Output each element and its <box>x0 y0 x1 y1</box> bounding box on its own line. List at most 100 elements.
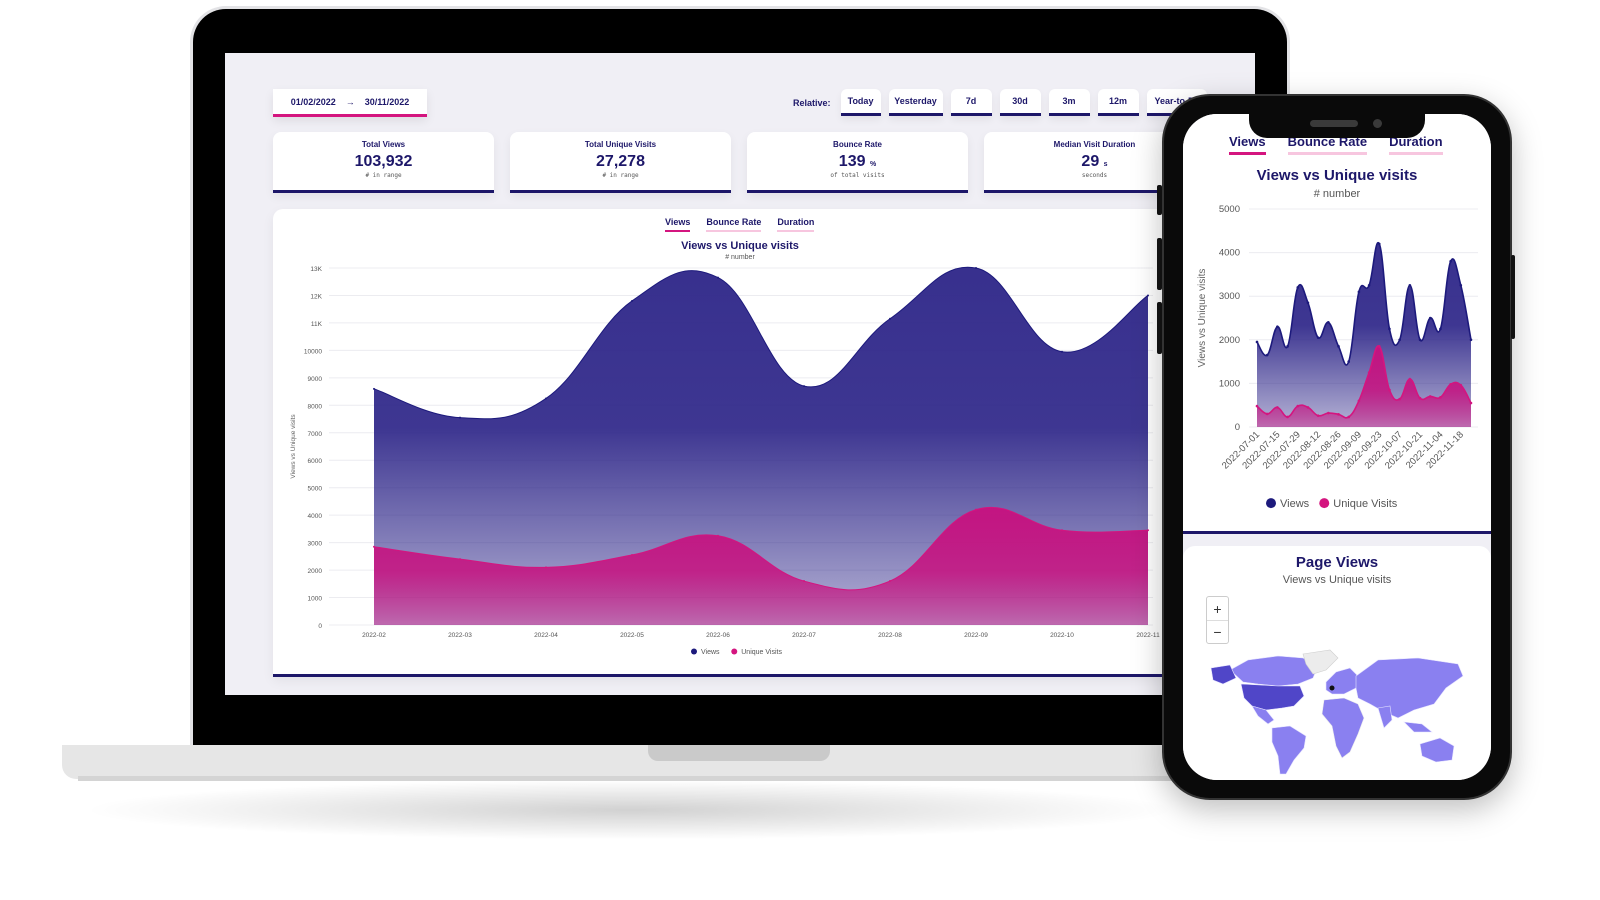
data-point <box>373 387 375 390</box>
y-tick-label: 12K <box>310 293 322 300</box>
data-point <box>1469 338 1473 342</box>
laptop-area-chart: 0 1000 2000 3000 4000 5000 6000 7000 8000 9000 100… <box>290 266 1160 656</box>
relative-7d-button[interactable]: 7d <box>950 89 992 116</box>
y-axis-label: Views vs Unique visits <box>1197 269 1208 368</box>
data-point <box>1357 290 1361 294</box>
legend-marker <box>1319 498 1330 509</box>
relative-today-button[interactable]: Today <box>840 89 881 116</box>
laptop-opening-notch <box>648 745 830 761</box>
date-range-picker[interactable]: 01/02/2022 → 30/11/2022 <box>273 89 427 117</box>
laptop-base-edge <box>78 776 1198 781</box>
data-point <box>1367 371 1371 374</box>
phone-chart-card: Views Bounce Rate Duration Views vs Uniq… <box>1183 114 1491 534</box>
map-region-australia[interactable] <box>1419 737 1455 763</box>
y-axis-label: Views vs Unique visits <box>290 414 297 479</box>
data-point <box>1388 388 1391 392</box>
data-point <box>1147 294 1149 297</box>
data-point <box>1408 284 1412 287</box>
data-point <box>1428 316 1432 320</box>
y-tick-label: 3000 <box>308 541 323 548</box>
data-point <box>1357 399 1361 403</box>
data-point <box>1265 412 1269 416</box>
relative-12m-button[interactable]: 12m <box>1097 89 1139 116</box>
map-card-title: Page Views <box>1295 554 1379 571</box>
map-zoom-in-button[interactable]: + <box>1207 597 1228 620</box>
data-point <box>1306 301 1310 305</box>
y-tick-label: 11K <box>311 321 323 328</box>
data-point <box>1367 284 1371 287</box>
data-point <box>1449 260 1452 263</box>
world-map[interactable] <box>1208 648 1468 778</box>
map-region-south-america[interactable] <box>1271 725 1307 775</box>
x-tick-label: 2022-06 <box>706 632 730 639</box>
map-marker-france[interactable] <box>1329 685 1335 691</box>
laptop-chart-card: Views Bounce Rate Duration Views vs Uniq… <box>273 209 1255 677</box>
kpi-value: 103,932 <box>273 153 494 171</box>
y-tick-label: 0 <box>318 623 322 630</box>
data-point <box>1061 350 1063 353</box>
data-point <box>1296 404 1300 408</box>
data-point <box>1276 325 1279 329</box>
legend-marker <box>731 648 738 655</box>
relative-range-bar: Relative: Today Yesterday 7d 30d 3m 12m … <box>793 89 1207 116</box>
data-point <box>1316 336 1320 339</box>
relative-3m-button[interactable]: 3m <box>1048 89 1090 116</box>
data-point <box>1377 242 1381 246</box>
y-tick-label: 6000 <box>308 458 323 465</box>
kpi-title: Total Unique Visits <box>584 140 657 149</box>
relative-yesterday-button[interactable]: Yesterday <box>888 89 943 116</box>
map-zoom-out-button[interactable]: − <box>1207 620 1228 643</box>
map-region-asia[interactable] <box>1355 657 1464 719</box>
data-point <box>545 566 547 569</box>
phone-screen: Views Bounce Rate Duration Views vs Uniq… <box>1183 114 1491 780</box>
data-point <box>1439 396 1442 399</box>
phone-mute-switch <box>1157 185 1162 215</box>
kpi-title: Total Views <box>361 140 406 149</box>
data-point <box>1398 338 1401 342</box>
data-point <box>1306 406 1310 409</box>
data-point <box>717 276 719 279</box>
x-tick-label: 2022-10 <box>1050 632 1074 639</box>
map-region-africa[interactable] <box>1321 697 1365 759</box>
map-region-india[interactable] <box>1377 705 1393 729</box>
data-point <box>459 416 461 419</box>
data-point <box>1408 377 1412 381</box>
map-region-southeast-asia[interactable] <box>1403 721 1433 733</box>
x-tick-label: 2022-07 <box>792 632 816 639</box>
data-point <box>1428 395 1432 398</box>
legend-label: Views <box>701 649 720 656</box>
phone-speaker <box>1310 120 1358 127</box>
data-point <box>1398 397 1401 401</box>
data-point <box>975 267 977 269</box>
data-point <box>803 580 805 583</box>
map-card-subtitle: Views vs Unique visits <box>1282 574 1392 586</box>
data-point <box>1347 415 1351 419</box>
legend-label: Views <box>1280 498 1310 510</box>
kpi-row: Total Views 103,932 # in range Total Uni… <box>273 132 1205 193</box>
data-point <box>459 558 461 561</box>
data-point <box>1327 411 1330 415</box>
kpi-title: Bounce Rate <box>833 140 882 149</box>
data-point <box>1255 340 1259 344</box>
data-point <box>1316 414 1320 417</box>
y-tick-label: 13K <box>310 266 322 273</box>
data-point <box>1459 284 1463 287</box>
x-tick-label: 2022-08 <box>878 632 902 639</box>
y-tick-label: 2000 <box>1219 335 1240 346</box>
y-tick-label: 8000 <box>308 403 323 410</box>
x-tick-label: 2022-09 <box>964 632 988 639</box>
relative-30d-button[interactable]: 30d <box>999 89 1041 116</box>
legend-label: Unique Visits <box>1333 498 1397 510</box>
kpi-unit: % <box>869 161 877 168</box>
kpi-total-views: Total Views 103,932 # in range <box>273 132 494 193</box>
kpi-value: 139 % <box>747 153 968 171</box>
y-tick-label: 2000 <box>308 568 323 575</box>
map-region-usa[interactable] <box>1240 683 1305 711</box>
y-tick-label: 7000 <box>308 431 323 438</box>
page-views-map-card: Page Views Views vs Unique visits + − <box>1183 546 1491 780</box>
data-point <box>803 385 805 388</box>
data-point <box>1459 383 1463 387</box>
map-region-alaska[interactable] <box>1210 664 1237 685</box>
kpi-number: 29 <box>1081 153 1100 170</box>
y-tick-label: 5000 <box>308 486 323 493</box>
